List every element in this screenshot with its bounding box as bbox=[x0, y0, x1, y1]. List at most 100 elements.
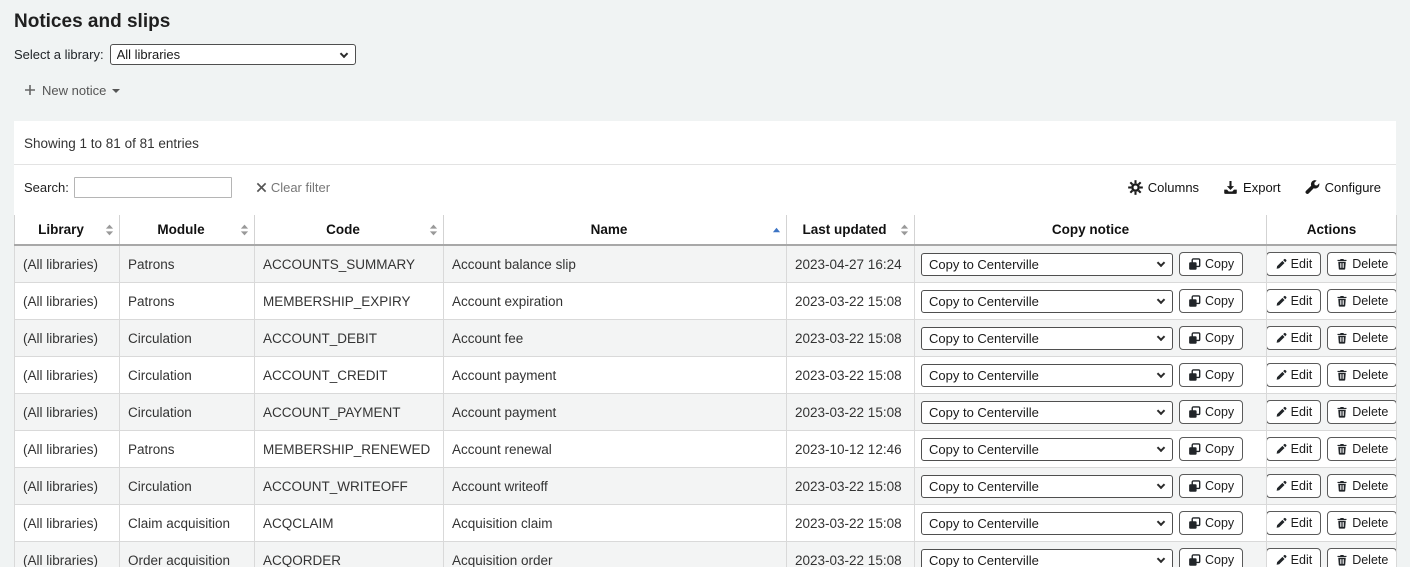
edit-button[interactable]: Edit bbox=[1267, 326, 1322, 350]
delete-button[interactable]: Delete bbox=[1327, 326, 1396, 350]
delete-button[interactable]: Delete bbox=[1327, 252, 1396, 276]
code-cell: MEMBERSHIP_EXPIRY bbox=[255, 283, 444, 320]
table-row: (All libraries) Claim acquisition ACQCLA… bbox=[15, 505, 1397, 542]
delete-button[interactable]: Delete bbox=[1327, 474, 1396, 498]
gear-icon bbox=[1128, 180, 1143, 195]
copy-notice-cell: Copy to Centerville Copy bbox=[915, 283, 1267, 320]
column-header-library[interactable]: Library bbox=[15, 215, 120, 245]
last-updated-cell: 2023-10-12 12:46 bbox=[787, 431, 915, 468]
caret-down-icon bbox=[112, 89, 120, 93]
code-cell: ACCOUNT_PAYMENT bbox=[255, 394, 444, 431]
last-updated-cell: 2023-03-22 15:08 bbox=[787, 357, 915, 394]
name-cell: Account expiration bbox=[444, 283, 787, 320]
copy-button[interactable]: Copy bbox=[1179, 400, 1243, 424]
table-toolbar: Search: Clear filter bbox=[24, 175, 1386, 199]
copy-target-select[interactable]: Copy to Centerville bbox=[921, 475, 1173, 498]
copy-button[interactable]: Copy bbox=[1179, 363, 1243, 387]
sort-icon bbox=[240, 223, 249, 236]
library-select-label: Select a library: bbox=[14, 47, 104, 62]
pencil-icon bbox=[1275, 258, 1287, 270]
edit-button[interactable]: Edit bbox=[1267, 363, 1322, 387]
trash-icon bbox=[1336, 258, 1348, 270]
delete-button[interactable]: Delete bbox=[1327, 363, 1396, 387]
library-cell: (All libraries) bbox=[15, 542, 120, 567]
copy-target-select[interactable]: Copy to Centerville bbox=[921, 290, 1173, 313]
pencil-icon bbox=[1275, 554, 1287, 566]
edit-button[interactable]: Edit bbox=[1267, 400, 1322, 424]
clone-icon bbox=[1188, 554, 1201, 567]
copy-target-select[interactable]: Copy to Centerville bbox=[921, 253, 1173, 276]
code-cell: MEMBERSHIP_RENEWED bbox=[255, 431, 444, 468]
delete-button[interactable]: Delete bbox=[1327, 511, 1396, 535]
edit-button[interactable]: Edit bbox=[1267, 289, 1322, 313]
edit-button[interactable]: Edit bbox=[1267, 252, 1322, 276]
export-button[interactable]: Export bbox=[1223, 180, 1281, 195]
copy-target-select[interactable]: Copy to Centerville bbox=[921, 438, 1173, 461]
library-cell: (All libraries) bbox=[15, 357, 120, 394]
actions-cell: Edit Delete bbox=[1267, 394, 1397, 431]
code-cell: ACCOUNT_CREDIT bbox=[255, 357, 444, 394]
trash-icon bbox=[1336, 517, 1348, 529]
delete-button[interactable]: Delete bbox=[1327, 437, 1396, 461]
library-cell: (All libraries) bbox=[15, 431, 120, 468]
new-notice-button[interactable]: New notice bbox=[24, 82, 120, 98]
trash-icon bbox=[1336, 332, 1348, 344]
delete-button[interactable]: Delete bbox=[1327, 548, 1396, 567]
clone-icon bbox=[1188, 517, 1201, 530]
copy-button[interactable]: Copy bbox=[1179, 289, 1243, 313]
name-cell: Acquisition order bbox=[444, 542, 787, 567]
search-label: Search: bbox=[24, 180, 69, 195]
copy-button[interactable]: Copy bbox=[1179, 474, 1243, 498]
clear-filter-label: Clear filter bbox=[271, 180, 330, 195]
copy-button[interactable]: Copy bbox=[1179, 252, 1243, 276]
pencil-icon bbox=[1275, 406, 1287, 418]
table-row: (All libraries) Patrons MEMBERSHIP_RENEW… bbox=[15, 431, 1397, 468]
library-select[interactable]: All libraries bbox=[110, 44, 356, 65]
copy-target-select[interactable]: Copy to Centerville bbox=[921, 512, 1173, 535]
copy-button[interactable]: Copy bbox=[1179, 326, 1243, 350]
library-cell: (All libraries) bbox=[15, 283, 120, 320]
pencil-icon bbox=[1275, 443, 1287, 455]
column-header-module[interactable]: Module bbox=[120, 215, 255, 245]
copy-target-select[interactable]: Copy to Centerville bbox=[921, 327, 1173, 350]
configure-button[interactable]: Configure bbox=[1305, 180, 1381, 195]
copy-notice-cell: Copy to Centerville Copy bbox=[915, 245, 1267, 283]
column-header-code[interactable]: Code bbox=[255, 215, 444, 245]
module-cell: Circulation bbox=[120, 357, 255, 394]
copy-notice-cell: Copy to Centerville Copy bbox=[915, 394, 1267, 431]
module-cell: Order acquisition bbox=[120, 542, 255, 567]
clone-icon bbox=[1188, 332, 1201, 345]
copy-target-select[interactable]: Copy to Centerville bbox=[921, 364, 1173, 387]
copy-target-select[interactable]: Copy to Centerville bbox=[921, 401, 1173, 424]
clone-icon bbox=[1188, 369, 1201, 382]
module-cell: Circulation bbox=[120, 320, 255, 357]
copy-button[interactable]: Copy bbox=[1179, 511, 1243, 535]
actions-cell: Edit Delete bbox=[1267, 468, 1397, 505]
columns-button[interactable]: Columns bbox=[1128, 180, 1199, 195]
last-updated-cell: 2023-03-22 15:08 bbox=[787, 283, 915, 320]
table-row: (All libraries) Patrons MEMBERSHIP_EXPIR… bbox=[15, 283, 1397, 320]
delete-button[interactable]: Delete bbox=[1327, 400, 1396, 424]
delete-button[interactable]: Delete bbox=[1327, 289, 1396, 313]
copy-notice-cell: Copy to Centerville Copy bbox=[915, 431, 1267, 468]
copy-button[interactable]: Copy bbox=[1179, 437, 1243, 461]
copy-button[interactable]: Copy bbox=[1179, 548, 1243, 567]
clone-icon bbox=[1188, 443, 1201, 456]
trash-icon bbox=[1336, 295, 1348, 307]
library-cell: (All libraries) bbox=[15, 245, 120, 283]
edit-button[interactable]: Edit bbox=[1267, 548, 1322, 567]
copy-target-select[interactable]: Copy to Centerville bbox=[921, 549, 1173, 567]
edit-button[interactable]: Edit bbox=[1267, 437, 1322, 461]
name-cell: Account writeoff bbox=[444, 468, 787, 505]
columns-label: Columns bbox=[1148, 180, 1199, 195]
notices-card: Showing 1 to 81 of 81 entries Search: Cl… bbox=[14, 121, 1396, 567]
code-cell: ACCOUNTS_SUMMARY bbox=[255, 245, 444, 283]
name-cell: Acquisition claim bbox=[444, 505, 787, 542]
column-header-last-updated[interactable]: Last updated bbox=[787, 215, 915, 245]
column-header-name[interactable]: Name bbox=[444, 215, 787, 245]
clear-filter-button[interactable]: Clear filter bbox=[256, 180, 330, 195]
column-header-copy-notice: Copy notice bbox=[915, 215, 1267, 245]
edit-button[interactable]: Edit bbox=[1267, 474, 1322, 498]
edit-button[interactable]: Edit bbox=[1267, 511, 1322, 535]
search-input[interactable] bbox=[74, 177, 232, 198]
